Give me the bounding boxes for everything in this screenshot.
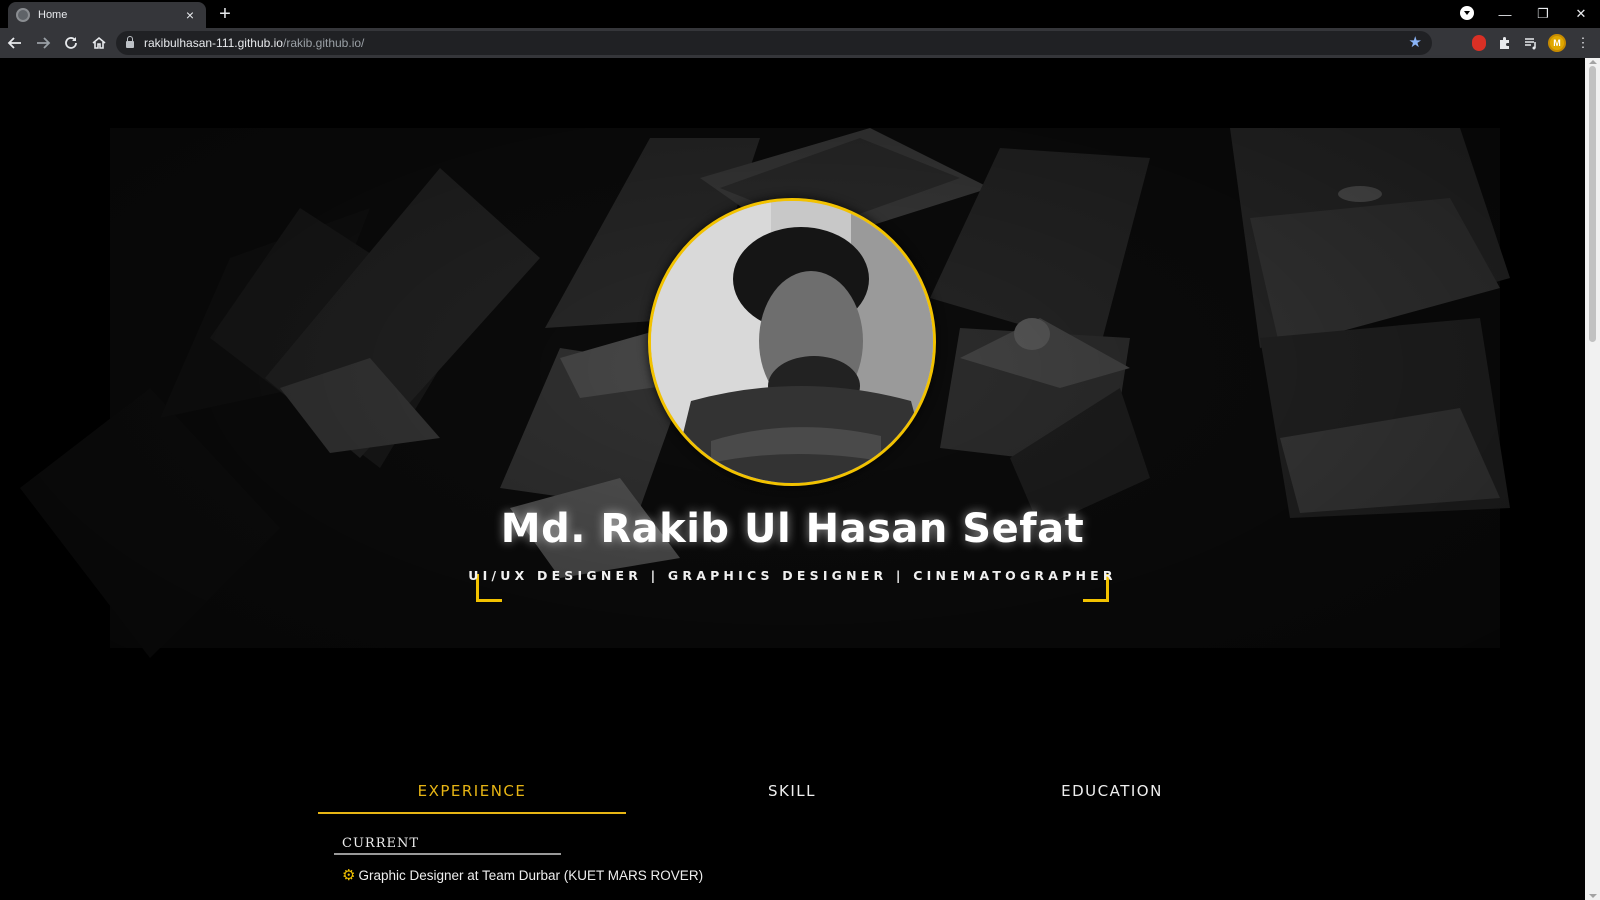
reload-icon: [65, 37, 77, 49]
arrow-right-icon: [37, 37, 51, 49]
scrollbar-thumb[interactable]: [1589, 66, 1596, 342]
home-button[interactable]: [86, 30, 112, 56]
page-scrollbar[interactable]: [1585, 58, 1600, 900]
person-portrait-icon: [651, 201, 933, 483]
profile-avatar-button[interactable]: M: [1548, 34, 1566, 52]
window-controls: — ❐ ✕: [1448, 0, 1600, 28]
home-icon: [92, 36, 106, 49]
new-tab-button[interactable]: +: [214, 4, 236, 26]
globe-icon: [16, 8, 30, 22]
job-title: Graphic Designer at Team Durbar (KUET MA…: [358, 867, 704, 883]
media-queue-button[interactable]: [1522, 34, 1540, 52]
tab-title: Home: [38, 9, 68, 21]
arrow-left-icon: [7, 37, 21, 49]
playlist-icon: [1525, 38, 1536, 50]
url-host: rakibulhasan-111.github.io: [144, 36, 283, 50]
browser-menu-button[interactable]: ⋮: [1574, 34, 1592, 52]
bookmark-star-icon[interactable]: ★: [1409, 33, 1422, 51]
address-bar[interactable]: rakibulhasan-111.github.io/rakib.github.…: [116, 31, 1432, 55]
page-viewport: Md. Rakib Ul Hasan Sefat UI/UX DESIGNER …: [0, 58, 1585, 900]
browser-toolbar: rakibulhasan-111.github.io/rakib.github.…: [0, 28, 1600, 58]
tab-skill[interactable]: SKILL: [638, 776, 946, 814]
red-extension-icon: [1472, 35, 1486, 51]
chevron-down-circle-icon: [1460, 5, 1474, 20]
forward-button[interactable]: [30, 30, 56, 56]
extensions-button[interactable]: [1496, 34, 1514, 52]
puzzle-icon: [1500, 37, 1509, 49]
lock-icon[interactable]: [126, 36, 134, 48]
minimize-button[interactable]: —: [1486, 7, 1524, 22]
current-section-heading: CURRENT: [334, 836, 561, 855]
restore-button[interactable]: ❐: [1524, 6, 1562, 22]
extensions-area: M ⋮: [1470, 28, 1592, 58]
section-tabs: EXPERIENCE SKILL EDUCATION: [318, 776, 1278, 816]
extension-red-button[interactable]: [1470, 34, 1488, 52]
back-button[interactable]: [2, 30, 28, 56]
scroll-up-arrow-icon[interactable]: [1589, 60, 1597, 64]
url-path: /rakib.github.io/: [282, 36, 365, 50]
close-tab-icon[interactable]: ×: [182, 7, 198, 23]
close-window-button[interactable]: ✕: [1562, 6, 1600, 22]
hero-name-heading: Md. Rakib Ul Hasan Sefat: [500, 506, 1085, 552]
profile-menu-button[interactable]: [1448, 5, 1486, 23]
tab-education[interactable]: EDUCATION: [958, 776, 1266, 814]
user-avatar-icon: M: [1548, 34, 1566, 52]
browser-titlebar: Home × + — ❐ ✕: [0, 0, 1600, 28]
hero-roles-subtitle: UI/UX DESIGNER | GRAPHICS DESIGNER | CIN…: [468, 568, 1117, 583]
gear-icon: ⚙: [342, 867, 356, 884]
scroll-down-arrow-icon[interactable]: [1589, 894, 1597, 898]
list-item: ⚙ Graphic Designer at Team Durbar (KUET …: [342, 866, 703, 884]
tab-experience[interactable]: EXPERIENCE: [318, 776, 626, 814]
profile-photo: [648, 198, 936, 486]
reload-button[interactable]: [58, 30, 84, 56]
browser-tab-home[interactable]: Home ×: [8, 2, 206, 28]
